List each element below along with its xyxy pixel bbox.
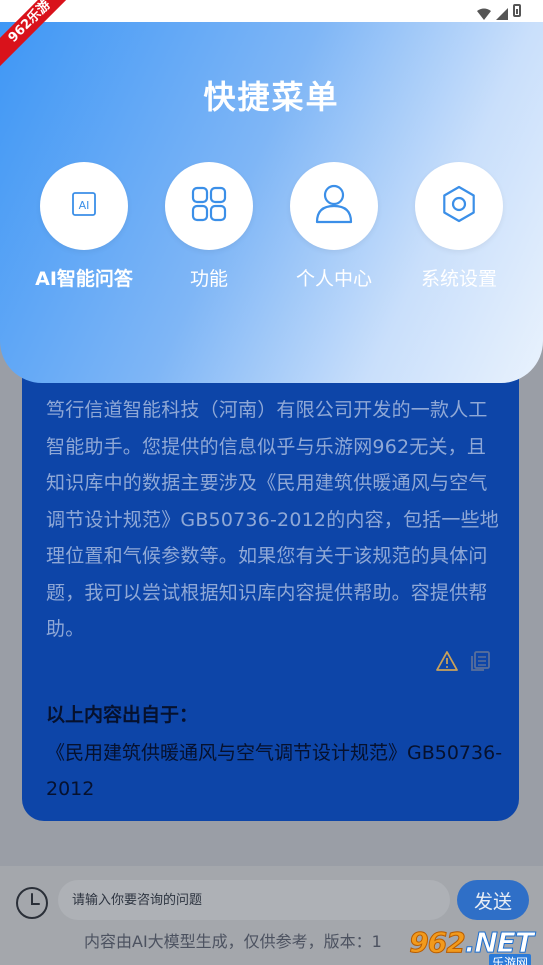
grid-icon xyxy=(191,186,227,226)
signal-icon xyxy=(496,5,508,20)
answer-card: 笃行信道智能科技（河南）有限公司开发的一款人工智能助手。您提供的信息似乎与乐游网… xyxy=(22,340,519,821)
menu-item-ai-circle[interactable]: AI xyxy=(40,162,128,250)
menu-item-label: AI智能问答 xyxy=(35,268,133,290)
quick-menu-title: 快捷菜单 xyxy=(203,78,340,116)
menu-item-profile[interactable]: 个人中心 xyxy=(274,162,394,291)
copy-icon[interactable] xyxy=(469,650,491,676)
svg-text:AI: AI xyxy=(79,199,90,212)
menu-item-ai-qa[interactable]: AI AI智能问答 xyxy=(24,162,144,291)
menu-item-label: 个人中心 xyxy=(295,268,372,290)
history-clock-icon[interactable] xyxy=(15,886,49,924)
battery-icon xyxy=(513,4,521,17)
menu-item-label: 系统设置 xyxy=(420,268,497,290)
gear-icon xyxy=(440,185,478,227)
send-button[interactable]: 发送 xyxy=(457,880,529,920)
status-bar xyxy=(0,0,543,22)
message-input[interactable] xyxy=(58,880,450,920)
user-icon xyxy=(315,184,353,228)
menu-item-functions[interactable]: 功能 xyxy=(149,162,269,291)
menu-item-functions-circle[interactable] xyxy=(165,162,253,250)
warning-icon[interactable] xyxy=(435,650,459,676)
source-title: 以上内容出自于： xyxy=(46,704,199,726)
menu-item-profile-circle[interactable] xyxy=(290,162,378,250)
menu-item-label: 功能 xyxy=(189,268,228,290)
ai-icon: AI xyxy=(71,191,97,221)
quick-menu-panel: 快捷菜单 AI AI智能问答 功能 个人中心 系统设置 xyxy=(0,22,543,383)
answer-text: 笃行信道智能科技（河南）有限公司开发的一款人工智能助手。您提供的信息似乎与乐游网… xyxy=(46,399,500,640)
source-text: 《民用建筑供暖通风与空气调节设计规范》GB50736-2012 xyxy=(46,742,503,800)
disclaimer-text: 内容由AI大模型生成，仅供参考，版本：1 xyxy=(84,932,382,951)
status-icons xyxy=(477,4,521,20)
watermark-logo: 962.NET 乐游网 xyxy=(409,926,535,965)
menu-item-settings[interactable]: 系统设置 xyxy=(399,162,519,291)
menu-item-settings-circle[interactable] xyxy=(415,162,503,250)
wifi-icon xyxy=(477,5,491,20)
watermark-logo-sub: 乐游网 xyxy=(488,954,531,965)
answer-tools xyxy=(435,650,491,676)
